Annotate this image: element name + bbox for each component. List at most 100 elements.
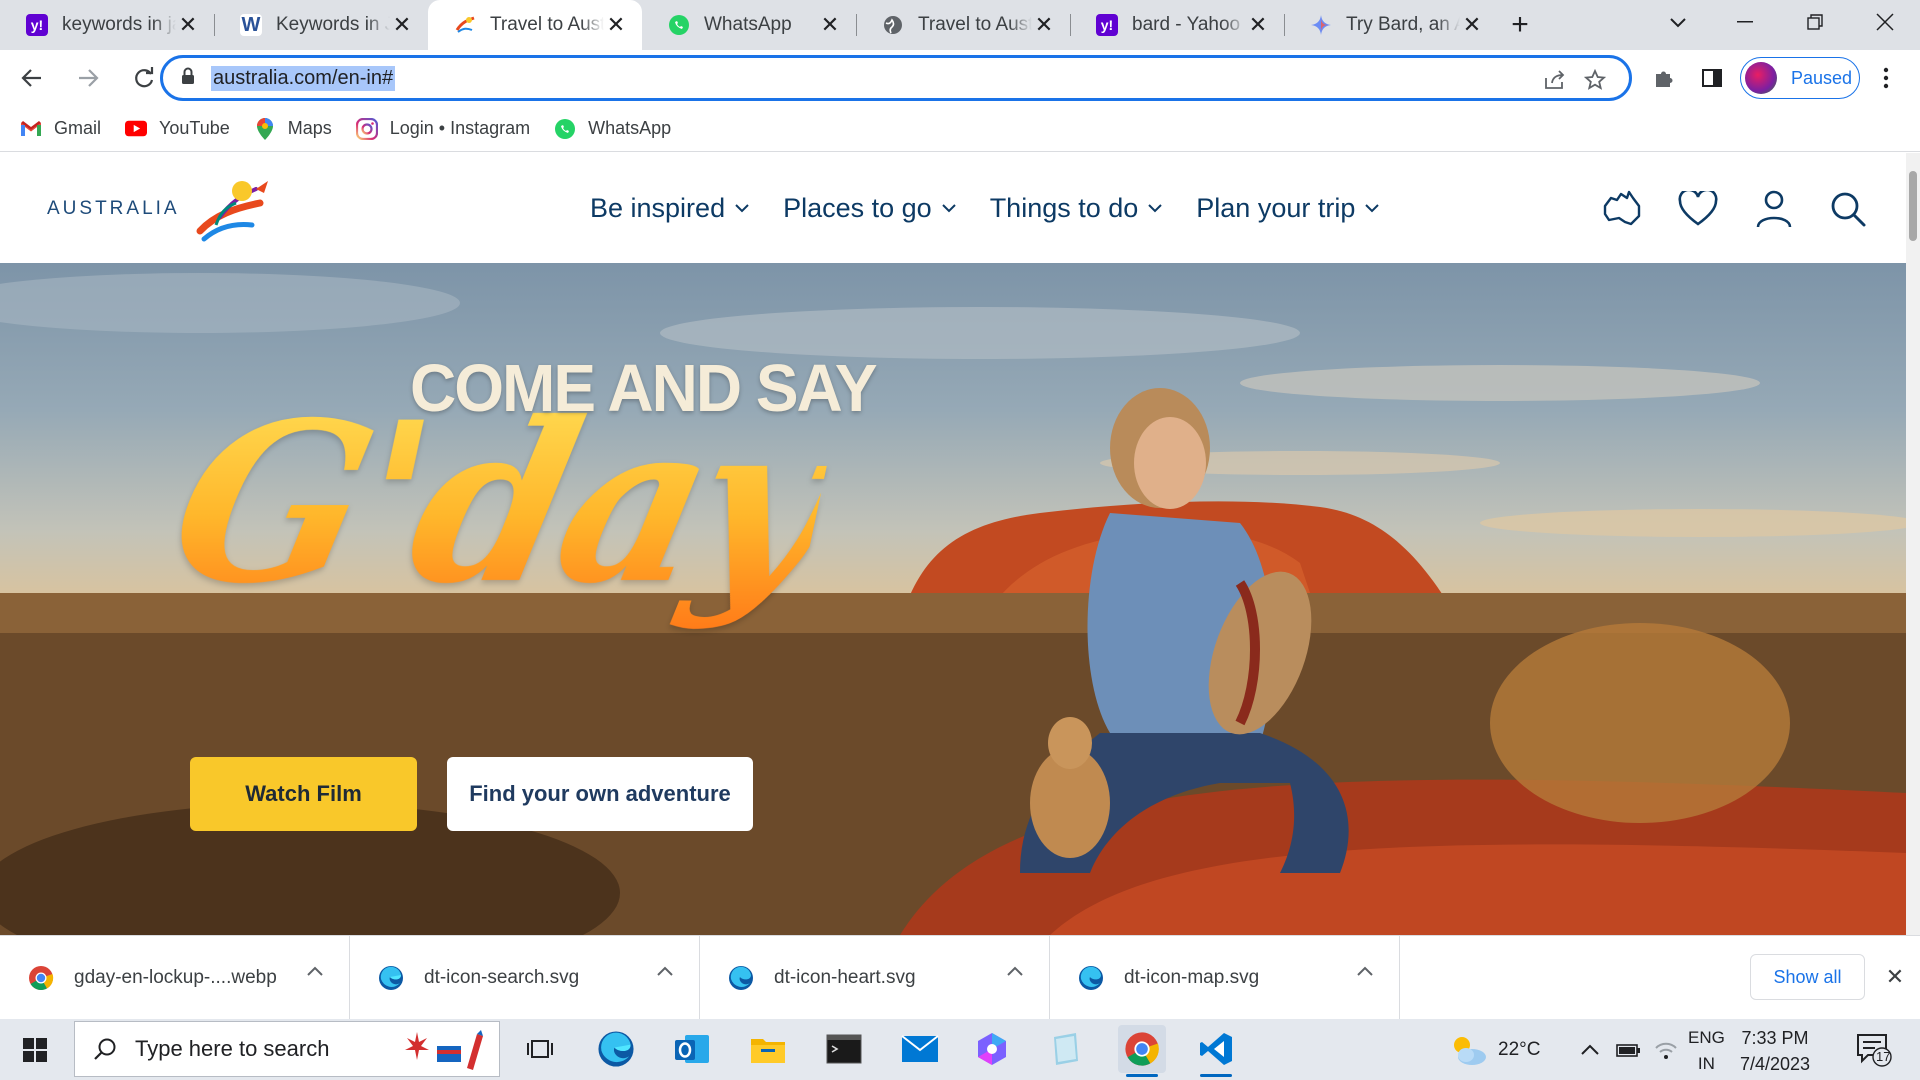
notification-center-icon[interactable]: 17 xyxy=(1856,1033,1892,1067)
chevron-down-icon xyxy=(1365,204,1380,213)
weather-sun-cloud-icon xyxy=(1454,1036,1486,1065)
file-explorer-icon[interactable] xyxy=(744,1025,792,1073)
address-bar[interactable]: australia.com/en-in# xyxy=(160,55,1632,101)
vscode-icon[interactable] xyxy=(1192,1025,1240,1077)
close-downloads-icon[interactable]: ✕ xyxy=(1880,962,1910,992)
wifi-icon[interactable] xyxy=(1654,1019,1678,1080)
chevron-up-icon[interactable] xyxy=(1007,966,1023,976)
close-tab-icon[interactable]: ✕ xyxy=(390,12,414,38)
back-arrow-icon[interactable] xyxy=(8,54,56,102)
chevron-up-icon[interactable] xyxy=(1357,966,1373,976)
taskbar-search-box[interactable]: Type here to search xyxy=(74,1021,500,1077)
minimize-icon[interactable] xyxy=(1710,0,1780,44)
chevron-up-icon[interactable] xyxy=(307,966,323,976)
yahoo-favicon-icon: y! xyxy=(26,14,48,36)
app-tablet-icon[interactable] xyxy=(1042,1025,1090,1073)
tab-search-chevron-icon[interactable] xyxy=(1656,8,1700,38)
show-hidden-icons-chevron-icon[interactable] xyxy=(1580,1019,1600,1080)
bookmark-instagram[interactable]: Login • Instagram xyxy=(355,117,531,140)
search-icon[interactable] xyxy=(1826,187,1870,231)
windows-start-icon[interactable] xyxy=(0,1019,70,1080)
kangaroo-logo-icon xyxy=(196,181,268,242)
download-filename: gday-en-lockup-....webp xyxy=(74,966,277,988)
nav-places-to-go[interactable]: Places to go xyxy=(783,193,956,224)
close-tab-icon[interactable]: ✕ xyxy=(1032,12,1056,38)
share-icon[interactable] xyxy=(1541,66,1569,94)
download-item[interactable]: gday-en-lockup-....webp xyxy=(0,935,350,1020)
outlook-icon[interactable] xyxy=(668,1025,716,1073)
globe-favicon-icon xyxy=(882,14,904,36)
edge-icon xyxy=(1079,965,1103,990)
nav-plan-your-trip[interactable]: Plan your trip xyxy=(1196,193,1380,224)
find-your-own-adventure-button[interactable]: Find your own adventure xyxy=(447,757,753,831)
chevron-down-icon xyxy=(735,204,749,213)
side-panel-icon[interactable] xyxy=(1692,56,1732,100)
tab-travel-to-australia-2[interactable]: Travel to Australia ✕ xyxy=(856,0,1070,50)
tab-travel-to-australia-active[interactable]: Travel to Australia ✕ xyxy=(428,0,642,50)
download-item[interactable]: dt-icon-heart.svg xyxy=(700,935,1050,1020)
bookmark-star-icon[interactable] xyxy=(1581,66,1609,94)
nav-label: Places to go xyxy=(783,193,932,223)
taskbar-search-placeholder: Type here to search xyxy=(135,1036,330,1061)
system-clock[interactable]: 7:33 PM 7/4/2023 xyxy=(1740,1025,1810,1077)
edge-taskbar-icon[interactable] xyxy=(592,1025,640,1073)
site-header: AUSTRALIA Be inspired Places to go Thing… xyxy=(0,153,1906,263)
bookmark-maps[interactable]: Maps xyxy=(254,117,332,140)
bookmarks-bar: Gmail YouTube Maps Login • Instagram Wha… xyxy=(0,106,1920,152)
url-text[interactable]: australia.com/en-in# xyxy=(211,65,396,91)
bookmark-label: Maps xyxy=(287,118,332,138)
new-tab-button[interactable]: + xyxy=(1498,0,1542,50)
forward-arrow-icon[interactable] xyxy=(64,54,112,102)
task-view-icon[interactable] xyxy=(516,1025,564,1073)
weather-widget[interactable]: 22°C xyxy=(1448,1019,1540,1080)
close-tab-icon[interactable]: ✕ xyxy=(818,12,842,38)
battery-icon[interactable] xyxy=(1616,1019,1642,1080)
australia-map-icon[interactable] xyxy=(1600,187,1644,231)
clock-date: 7/4/2023 xyxy=(1740,1054,1811,1074)
window-controls xyxy=(1710,0,1920,50)
language-indicator[interactable]: ENG IN xyxy=(1688,1025,1725,1077)
bookmark-whatsapp[interactable]: WhatsApp xyxy=(554,118,671,140)
nav-label: Be inspired xyxy=(590,193,726,223)
w-favicon-icon: W xyxy=(240,13,262,36)
close-tab-icon[interactable]: ✕ xyxy=(1460,12,1484,38)
mail-icon[interactable] xyxy=(896,1025,944,1073)
show-all-downloads-button[interactable]: Show all xyxy=(1750,954,1865,1000)
bookmark-label: Login • Instagram xyxy=(389,118,531,138)
restore-icon[interactable] xyxy=(1780,0,1850,44)
chevron-up-icon[interactable] xyxy=(657,966,673,976)
hero-headline-top: COME AND SAY xyxy=(410,350,878,426)
gmail-icon xyxy=(20,118,42,140)
tab-whatsapp[interactable]: WhatsApp ✕ xyxy=(642,0,856,50)
tab-try-bard[interactable]: Try Bard, an AI ✕ xyxy=(1284,0,1498,50)
close-tab-icon[interactable]: ✕ xyxy=(176,12,200,38)
nav-things-to-do[interactable]: Things to do xyxy=(990,193,1163,224)
profile-button[interactable]: Paused xyxy=(1740,57,1860,99)
tab-keywords-in-java-yahoo[interactable]: y! keywords in java ✕ xyxy=(0,0,214,50)
page-scrollbar[interactable] xyxy=(1906,153,1920,935)
extensions-puzzle-icon[interactable] xyxy=(1644,56,1684,100)
tab-bard-yahoo-search[interactable]: y! bard - Yahoo Search ✕ xyxy=(1070,0,1284,50)
nav-be-inspired[interactable]: Be inspired xyxy=(590,193,749,224)
weather-temperature: 22°C xyxy=(1498,1038,1541,1060)
user-account-icon[interactable] xyxy=(1752,187,1796,231)
copilot-app-icon[interactable] xyxy=(968,1025,1016,1073)
chrome-taskbar-icon[interactable] xyxy=(1118,1025,1166,1077)
heart-icon[interactable] xyxy=(1676,187,1720,231)
close-tab-icon[interactable]: ✕ xyxy=(604,12,628,38)
scrollbar-thumb[interactable] xyxy=(1909,171,1917,241)
terminal-icon[interactable] xyxy=(820,1025,868,1073)
watch-film-button[interactable]: Watch Film xyxy=(190,757,417,831)
download-item[interactable]: dt-icon-map.svg xyxy=(1050,935,1400,1020)
close-window-icon[interactable] xyxy=(1850,0,1920,44)
download-item[interactable]: dt-icon-search.svg xyxy=(350,935,700,1020)
lock-icon[interactable] xyxy=(181,67,195,90)
menu-kebab-icon[interactable] xyxy=(1866,56,1906,100)
bookmark-label: YouTube xyxy=(159,118,230,138)
close-tab-icon[interactable]: ✕ xyxy=(1246,12,1270,38)
bookmark-gmail[interactable]: Gmail xyxy=(20,118,101,140)
tab-keywords-in-java[interactable]: W Keywords in Java ✕ xyxy=(214,0,428,50)
australia-logo[interactable]: AUSTRALIA xyxy=(47,173,270,245)
yahoo-favicon-icon: y! xyxy=(1096,14,1118,36)
bookmark-youtube[interactable]: YouTube xyxy=(125,118,230,140)
